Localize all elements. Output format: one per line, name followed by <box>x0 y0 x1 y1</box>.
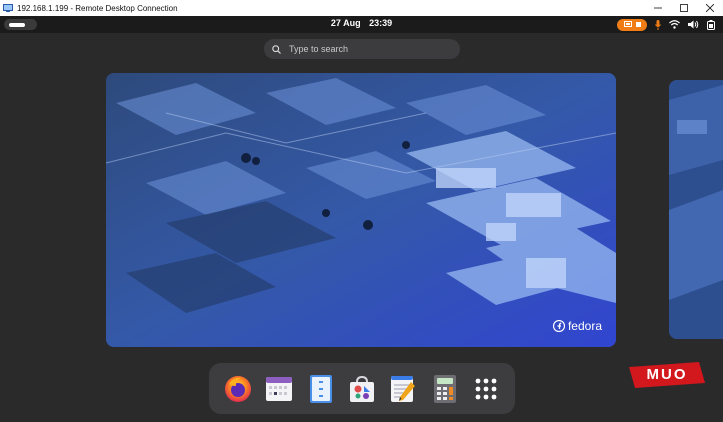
software-icon <box>349 375 374 402</box>
app-grid-icon <box>475 378 497 399</box>
dash-item-firefox[interactable] <box>222 373 254 405</box>
clock-time: 23:39 <box>369 18 393 28</box>
muo-watermark: MUO <box>629 362 705 388</box>
text-editor-icon <box>391 375 416 402</box>
gnome-top-bar: 27 Aug 23:39 <box>0 16 723 33</box>
status-area[interactable] <box>617 18 715 31</box>
maximize-icon <box>680 4 688 12</box>
fedora-logo: fedora <box>552 319 602 333</box>
dash-item-files[interactable] <box>305 373 337 405</box>
clock-button[interactable]: 27 Aug 23:39 <box>0 18 723 28</box>
maximize-button[interactable] <box>671 0 697 16</box>
show-apps-button[interactable] <box>470 373 502 405</box>
wallpaper-image <box>106 73 616 347</box>
volume-icon <box>688 20 699 29</box>
microphone-icon <box>655 19 661 30</box>
minimize-icon <box>654 7 662 9</box>
search-icon <box>272 44 281 54</box>
wifi-icon <box>669 20 680 29</box>
firefox-icon <box>224 375 251 402</box>
fedora-icon <box>552 320 565 332</box>
clock-date: 27 Aug <box>330 18 361 28</box>
screen-share-icon <box>623 21 632 27</box>
calculator-icon <box>433 374 456 403</box>
close-icon <box>706 4 714 12</box>
activities-overview: fedora <box>0 33 723 422</box>
dash-item-text-editor[interactable] <box>387 373 419 405</box>
remote-desktop-icon <box>3 4 13 12</box>
workspace-thumbnail-current[interactable]: fedora <box>106 73 616 347</box>
search-bar[interactable] <box>264 39 460 59</box>
stop-icon <box>635 22 641 27</box>
calendar-icon <box>266 376 293 401</box>
minimize-button[interactable] <box>645 0 671 16</box>
close-button[interactable] <box>697 0 723 16</box>
window-title: 192.168.1.199 - Remote Desktop Connectio… <box>17 3 178 13</box>
dash-item-calendar[interactable] <box>263 373 295 405</box>
power-icon <box>707 19 715 30</box>
muo-watermark-text: MUO <box>646 366 688 383</box>
dash-item-calculator[interactable] <box>429 373 461 405</box>
search-input[interactable] <box>287 43 451 55</box>
workspace-thumbnail-next[interactable] <box>669 80 723 339</box>
dash-item-software[interactable] <box>346 373 378 405</box>
dash <box>209 363 515 414</box>
wallpaper-image <box>669 80 723 339</box>
privacy-indicator[interactable] <box>617 18 647 31</box>
fedora-wordmark: fedora <box>567 319 602 333</box>
files-icon <box>309 374 332 403</box>
rdp-title-bar[interactable]: 192.168.1.199 - Remote Desktop Connectio… <box>0 0 723 16</box>
